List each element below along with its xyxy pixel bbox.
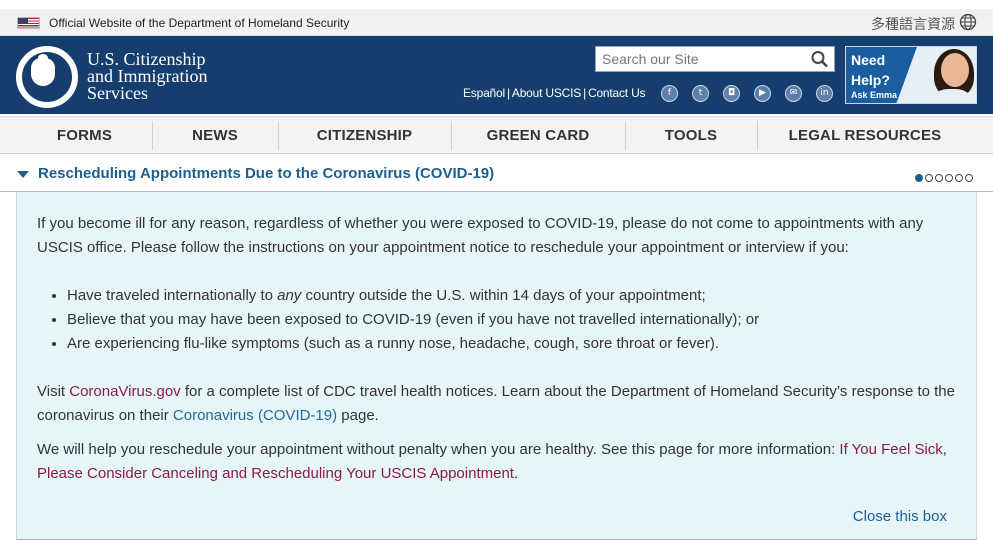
slide-dot-6[interactable]	[965, 174, 973, 182]
cdc-info-paragraph: Visit CoronaVirus.gov for a complete lis…	[37, 383, 955, 424]
site-header: U.S. Citizenship and Immigration Service…	[0, 36, 993, 114]
uscis-brand-name[interactable]: U.S. Citizenship and Immigration Service…	[87, 50, 207, 103]
alert-header: Rescheduling Appointments Due to the Cor…	[0, 156, 993, 192]
instagram-icon[interactable]: ◘	[723, 85, 740, 102]
utility-links: Español | About USCIS | Contact Us	[463, 86, 646, 100]
ask-emma-widget[interactable]: Need Help? Ask Emma	[845, 46, 977, 104]
slide-dot-4[interactable]	[945, 174, 953, 182]
alert-body: If you become ill for any reason, regard…	[16, 192, 977, 540]
search-input[interactable]	[596, 47, 806, 71]
main-nav: FORMS NEWS CITIZENSHIP GREEN CARD TOOLS …	[0, 116, 993, 154]
coronavirus-gov-link[interactable]: CoronaVirus.gov	[69, 383, 180, 400]
close-box-link[interactable]: Close this box	[853, 508, 947, 525]
alert-title[interactable]: Rescheduling Appointments Due to the Cor…	[38, 165, 494, 182]
facebook-icon[interactable]: f	[661, 85, 678, 102]
linkedin-icon[interactable]: in	[816, 85, 833, 102]
nav-citizenship[interactable]: CITIZENSHIP	[278, 117, 451, 154]
slide-dot-5[interactable]	[955, 174, 963, 182]
alert-intro-paragraph: If you become ill for any reason, regard…	[37, 215, 924, 256]
dhs-seal-logo[interactable]	[16, 46, 78, 108]
reschedule-paragraph: We will help you reschedule your appoint…	[37, 441, 947, 482]
list-item: Have traveled internationally to any cou…	[67, 284, 947, 308]
site-search	[595, 46, 835, 72]
nav-forms[interactable]: FORMS	[17, 117, 152, 154]
youtube-icon[interactable]: ▶	[754, 85, 771, 102]
slide-dot-3[interactable]	[935, 174, 943, 182]
list-item: Believe that you may have been exposed t…	[67, 308, 947, 332]
emma-need-help: Need Help?	[851, 52, 890, 88]
slide-indicator	[913, 169, 973, 182]
official-website-text: Official Website of the Department of Ho…	[49, 16, 350, 30]
email-icon[interactable]: ✉	[785, 85, 802, 102]
nav-tools[interactable]: TOOLS	[625, 117, 757, 154]
slide-dot-1[interactable]	[915, 174, 923, 182]
about-uscis-link[interactable]: About USCIS	[512, 86, 581, 100]
brand-line-3: Services	[87, 83, 148, 103]
collapse-caret-icon[interactable]	[17, 171, 29, 178]
espanol-link[interactable]: Español	[463, 86, 505, 100]
dhs-covid-link[interactable]: Coronavirus (COVID-19)	[173, 407, 337, 424]
nav-green-card[interactable]: GREEN CARD	[451, 117, 625, 154]
search-icon[interactable]	[810, 50, 830, 68]
list-item: Are experiencing flu-like symptoms (such…	[67, 332, 947, 356]
nav-legal-resources[interactable]: LEGAL RESOURCES	[757, 117, 973, 154]
symptom-list: Have traveled internationally to any cou…	[67, 284, 947, 356]
multilingual-resources-link[interactable]: 多種語言資源	[871, 14, 955, 34]
gov-banner: Official Website of the Department of Ho…	[0, 9, 993, 36]
nav-news[interactable]: NEWS	[152, 117, 278, 154]
us-flag-icon	[17, 17, 40, 29]
twitter-icon[interactable]: t	[692, 85, 709, 102]
globe-icon[interactable]	[959, 13, 977, 31]
contact-us-link[interactable]: Contact Us	[588, 86, 646, 100]
slide-dot-2[interactable]	[925, 174, 933, 182]
ask-emma-label: Ask Emma	[851, 90, 898, 100]
